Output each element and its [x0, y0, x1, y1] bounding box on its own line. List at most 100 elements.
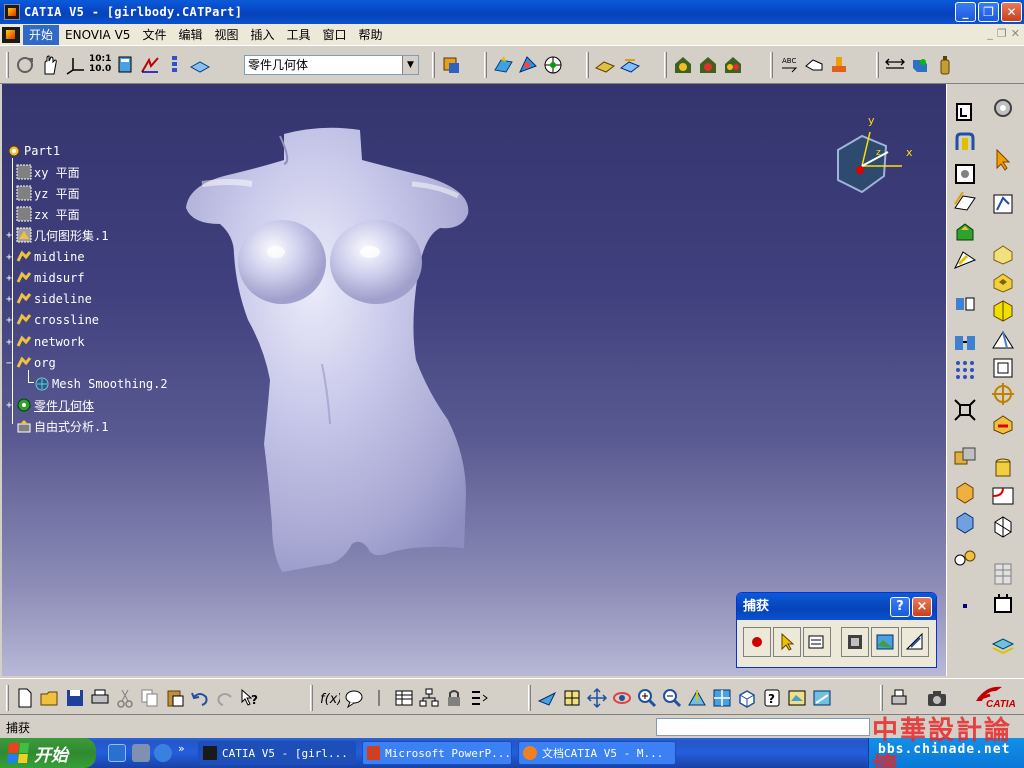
hand-pan-icon[interactable] — [39, 54, 61, 76]
start-button[interactable]: 开始 — [0, 738, 96, 768]
restore-button[interactable]: ❐ — [978, 2, 999, 22]
distance-icon[interactable] — [884, 54, 906, 76]
revolve-icon[interactable] — [951, 130, 979, 158]
layers-stack-icon[interactable] — [989, 632, 1017, 660]
zoom-in-icon[interactable] — [636, 687, 658, 709]
paste-icon[interactable] — [164, 687, 186, 709]
tree-item-xy-plane[interactable]: xy 平面 — [16, 163, 80, 181]
cube-blue-icon[interactable] — [951, 508, 979, 536]
box-red-icon[interactable] — [989, 410, 1017, 438]
menu-window[interactable]: 窗口 — [317, 25, 353, 45]
printer-tools-icon[interactable] — [888, 687, 910, 709]
capture-options-button[interactable] — [803, 627, 831, 657]
axis-system-icon[interactable] — [64, 54, 86, 76]
cube-gold-icon[interactable] — [951, 478, 979, 506]
undo-icon[interactable] — [189, 687, 211, 709]
3d-viewport[interactable]: Part1 xy 平面 yz 平面 zx 平面 + 几何图形集.1 + midl… — [2, 84, 946, 676]
zoom-out-icon[interactable] — [661, 687, 683, 709]
join-icon[interactable] — [951, 328, 979, 356]
tree-item-sideline[interactable]: + sideline — [6, 290, 92, 308]
scale-icon[interactable]: 10:1 10.0 — [89, 54, 111, 76]
tree-item-midsurf[interactable]: + midsurf — [6, 269, 85, 287]
fillet-icon[interactable] — [989, 482, 1017, 510]
open-folder-icon[interactable] — [39, 687, 61, 709]
split-icon[interactable] — [951, 290, 979, 318]
doc-close-button[interactable]: ✕ — [1011, 27, 1020, 40]
menu-insert[interactable]: 插入 — [244, 25, 280, 45]
record-button[interactable] — [743, 627, 771, 657]
tree-item-mesh-smoothing[interactable]: Mesh Smoothing.2 — [34, 375, 168, 393]
menu-edit[interactable]: 编辑 — [172, 25, 208, 45]
compass[interactable]: y x z — [828, 114, 928, 208]
surface-icon[interactable] — [492, 54, 514, 76]
body-selector-dropdown[interactable]: 零件几何体 ▼ — [244, 55, 419, 75]
whats-this-icon[interactable]: ? — [239, 687, 261, 709]
capture-view-button[interactable] — [841, 627, 869, 657]
expand-icon[interactable]: + — [6, 294, 16, 305]
crosshair-icon[interactable] — [989, 380, 1017, 408]
list-icon[interactable] — [164, 54, 186, 76]
cut-icon[interactable] — [114, 687, 136, 709]
collapse-icon[interactable]: − — [6, 358, 16, 369]
text-annotation-icon[interactable]: ABC — [778, 54, 800, 76]
sweep-icon[interactable] — [951, 160, 979, 188]
tree-root-part1[interactable]: Part1 — [6, 142, 60, 160]
inertia-icon[interactable] — [909, 54, 931, 76]
media-quicklaunch-icon[interactable] — [132, 744, 150, 762]
expand-icon[interactable]: + — [6, 315, 16, 326]
fly-mode-icon[interactable] — [536, 687, 558, 709]
draft-angle-icon[interactable] — [989, 326, 1017, 354]
close-button[interactable]: ✕ — [1001, 2, 1022, 22]
expand-icon[interactable]: + — [6, 337, 16, 348]
doc-restore-button[interactable]: ❐ — [997, 27, 1007, 40]
pan-icon[interactable] — [586, 687, 608, 709]
document-icon[interactable] — [2, 26, 20, 43]
sketch-icon[interactable] — [139, 54, 161, 76]
transform-icon[interactable] — [951, 396, 979, 424]
table-grid-icon[interactable] — [989, 560, 1017, 588]
rotate-icon[interactable] — [611, 687, 633, 709]
camera-icon[interactable] — [926, 687, 948, 709]
task-catia[interactable]: CATIA V5 - [girl... — [198, 741, 356, 765]
sketcher-icon[interactable] — [989, 190, 1017, 218]
stamp-icon[interactable] — [828, 54, 850, 76]
tree-item-midline[interactable]: + midline — [6, 248, 85, 266]
menu-help[interactable]: 帮助 — [353, 25, 389, 45]
expand-icon[interactable]: + — [6, 252, 16, 263]
expand-icon[interactable]: + — [6, 273, 16, 284]
quicklaunch-more-icon[interactable]: » — [178, 742, 185, 755]
tree-item-network[interactable]: + network — [6, 333, 85, 351]
menu-view[interactable]: 视图 — [208, 25, 244, 45]
view-mode-icon[interactable] — [114, 54, 136, 76]
tree-item-geometric-set[interactable]: + 几何图形集.1 — [6, 226, 108, 244]
arrange-icon[interactable] — [468, 687, 490, 709]
catalog-icon[interactable] — [440, 54, 462, 76]
offset-surface-icon[interactable] — [951, 188, 979, 216]
task-powerpoint[interactable]: Microsoft PowerP... — [362, 741, 512, 765]
analysis-icon[interactable] — [542, 54, 564, 76]
link-icon[interactable] — [951, 544, 979, 572]
shaft-icon[interactable] — [989, 296, 1017, 324]
iso-view-icon[interactable] — [736, 687, 758, 709]
swap-visible-icon[interactable] — [786, 687, 808, 709]
frame-icon[interactable] — [989, 590, 1017, 618]
redo-icon[interactable] — [214, 687, 236, 709]
menu-file[interactable]: 文件 — [136, 25, 172, 45]
capture-dialog[interactable]: 捕获 ? × — [736, 592, 937, 668]
tree-item-part-body[interactable]: + 零件几何体 — [6, 396, 94, 414]
minimize-button[interactable]: _ — [955, 2, 976, 22]
settings-gear-icon[interactable] — [989, 94, 1017, 122]
save-icon[interactable] — [64, 687, 86, 709]
law-icon[interactable] — [368, 687, 390, 709]
blend-icon[interactable] — [951, 246, 979, 274]
flag-note-icon[interactable] — [803, 54, 825, 76]
extrude-icon[interactable] — [951, 98, 979, 126]
shell-icon[interactable] — [989, 354, 1017, 382]
cylinder-icon[interactable] — [989, 454, 1017, 482]
command-input[interactable] — [656, 718, 870, 736]
tree-item-zx-plane[interactable]: zx 平面 — [16, 205, 80, 223]
render-multi-icon[interactable] — [722, 54, 744, 76]
tree-item-crossline[interactable]: + crossline — [6, 311, 99, 329]
measure-icon[interactable] — [594, 54, 616, 76]
bottle-icon[interactable] — [934, 54, 956, 76]
